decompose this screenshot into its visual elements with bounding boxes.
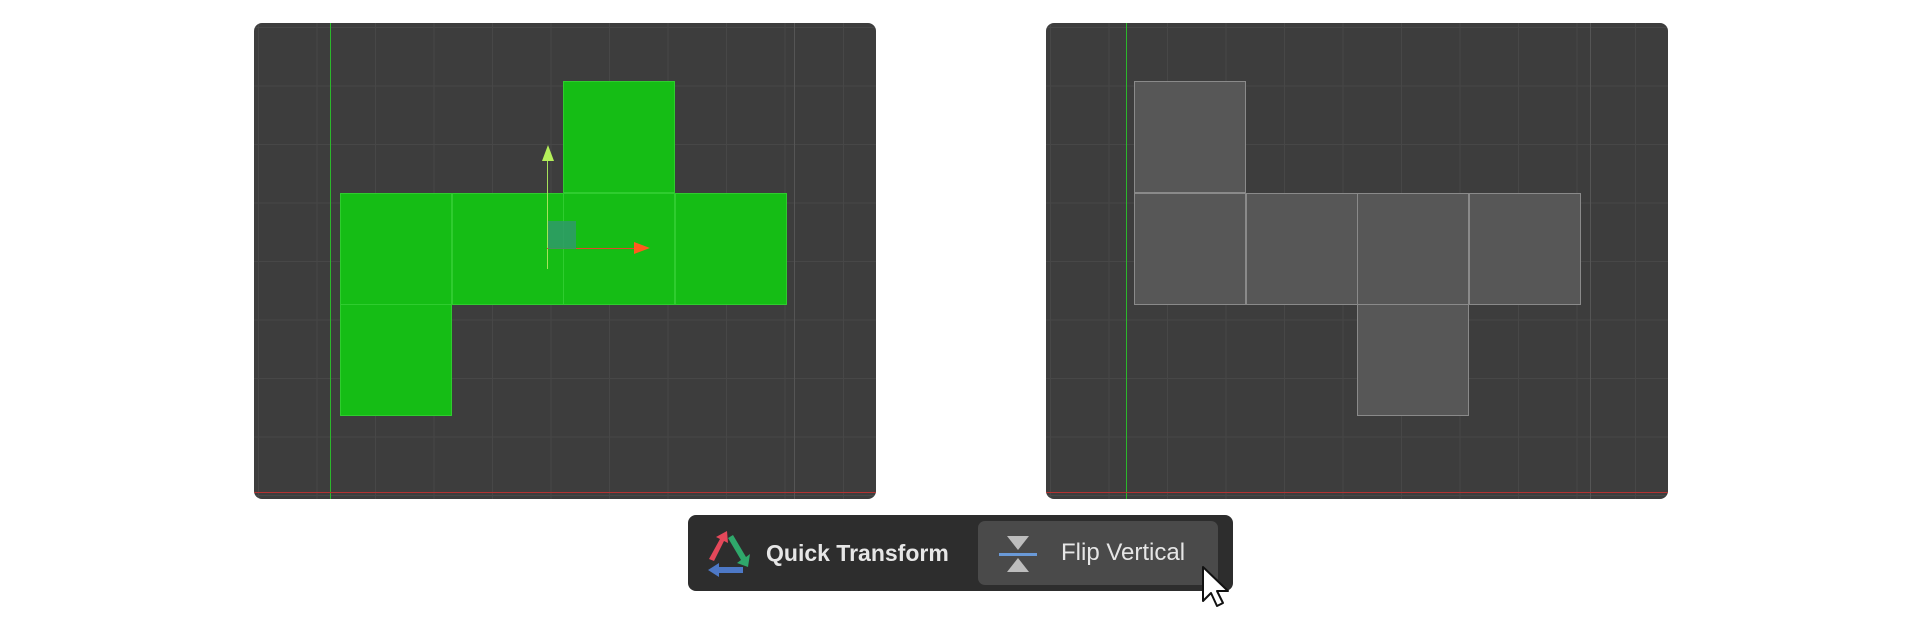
mesh-face[interactable] [675,193,787,305]
x-axis-line [1046,492,1668,493]
mesh-face[interactable] [340,304,452,416]
mesh-face[interactable] [1357,304,1469,416]
gizmo-center-handle[interactable] [548,221,576,249]
mesh-face[interactable] [563,193,675,305]
mesh-face[interactable] [1469,193,1581,305]
gizmo-x-arrow-icon[interactable] [634,242,650,254]
mesh-face[interactable] [1134,193,1246,305]
mesh-face[interactable] [1134,81,1246,193]
viewport-right[interactable] [1046,23,1668,499]
grid-edge-line [1590,23,1591,499]
gizmo-y-axis[interactable] [547,148,548,269]
viewport-left[interactable] [254,23,876,499]
flip-vertical-icon [999,536,1037,572]
y-axis-line [330,23,331,499]
quick-transform-arrows-icon [708,531,750,577]
gizmo-y-arrow-icon[interactable] [542,145,554,161]
mesh-face[interactable] [340,193,452,305]
mouse-cursor-icon [1202,566,1229,607]
quick-transform-toolbar: Quick Transform Flip Vertical [688,515,1233,591]
mesh-face[interactable] [1357,193,1469,305]
y-axis-line [1126,23,1127,499]
mesh-face[interactable] [563,81,675,193]
toolbar-title: Quick Transform [766,540,949,566]
flip-vertical-label: Flip Vertical [1061,539,1186,566]
mesh-face[interactable] [1246,193,1358,305]
flip-vertical-button[interactable]: Flip Vertical [978,521,1218,585]
grid-edge-line [794,23,795,499]
x-axis-line [254,492,876,493]
